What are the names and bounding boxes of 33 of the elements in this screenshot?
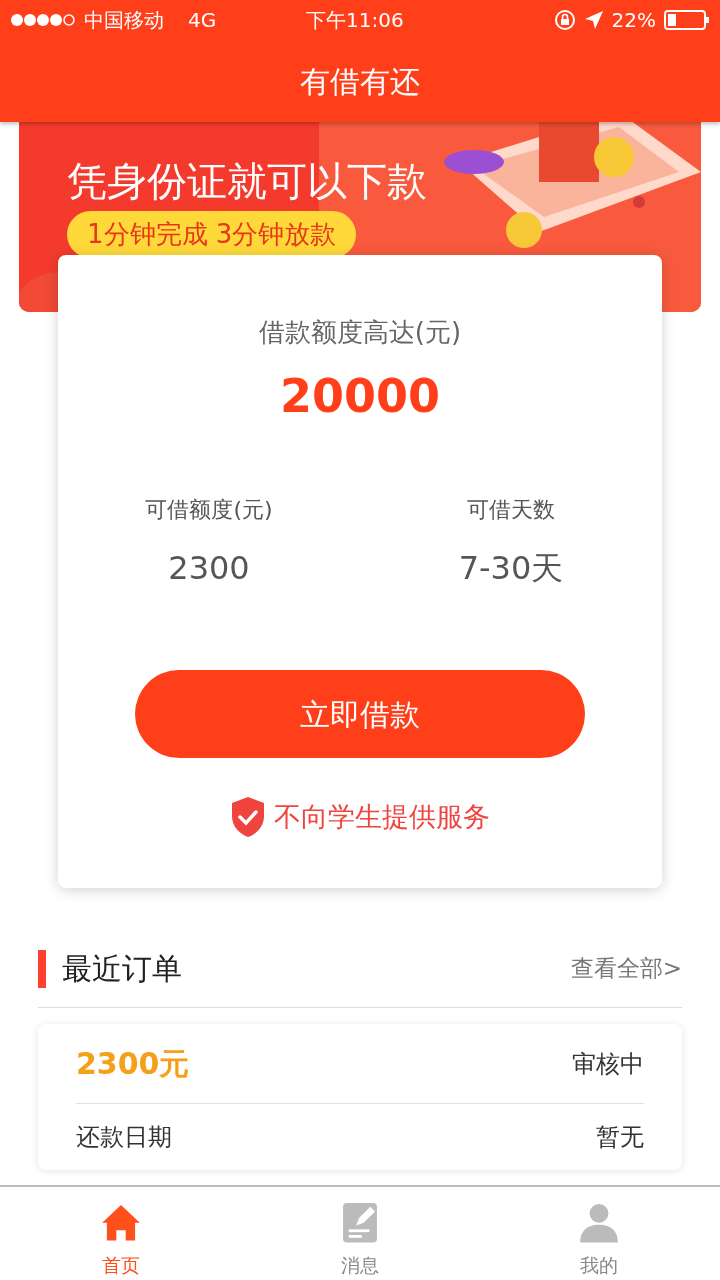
notice-text: 不向学生提供服务 xyxy=(274,799,490,834)
tab-item[interactable]: 消息 xyxy=(241,1187,479,1280)
order-status: 审核中 xyxy=(572,1048,644,1080)
location-arrow-icon xyxy=(583,10,604,30)
limit-amount: 20000 xyxy=(279,368,440,425)
stat-value: 7-30天 xyxy=(458,548,564,589)
stat-value: 2300 xyxy=(168,548,250,589)
stat-label: 可借额度(元) xyxy=(145,497,273,522)
tab-item[interactable]: 我的 xyxy=(478,1187,720,1280)
borrow-button[interactable]: 立即借款 xyxy=(135,670,585,758)
rotation-lock-icon xyxy=(553,9,576,31)
repay-date-label: 还款日期 xyxy=(76,1122,172,1153)
note-edit-icon xyxy=(342,1203,378,1243)
order-amount: 2300元 xyxy=(76,1045,190,1083)
user-icon xyxy=(578,1203,621,1243)
order-card[interactable]: 2300元 审核中 还款日期 暂无 xyxy=(38,1024,682,1170)
limit-label: 借款额度高达(元) xyxy=(258,316,462,349)
battery-icon xyxy=(664,10,710,30)
repay-date-value: 暂无 xyxy=(596,1122,644,1153)
page-title: 有借有还 xyxy=(300,62,420,101)
shield-check-icon xyxy=(230,796,266,838)
banner-headline: 凭身份证就可以下款 xyxy=(67,157,428,205)
battery-percent: 22% xyxy=(611,7,656,34)
network-type: 4G xyxy=(188,7,217,34)
view-all-link[interactable]: 查看全部> xyxy=(570,951,682,986)
home-icon xyxy=(99,1203,142,1243)
signal-icon xyxy=(10,13,76,27)
section-marker xyxy=(38,949,46,988)
stat-label: 可借天数 xyxy=(467,497,555,522)
section-title: 最近订单 xyxy=(62,950,182,988)
carrier-name: 中国移动 xyxy=(84,7,164,34)
tab-item[interactable]: 首页 xyxy=(0,1187,242,1280)
status-time: 下午11:06 xyxy=(306,7,404,34)
